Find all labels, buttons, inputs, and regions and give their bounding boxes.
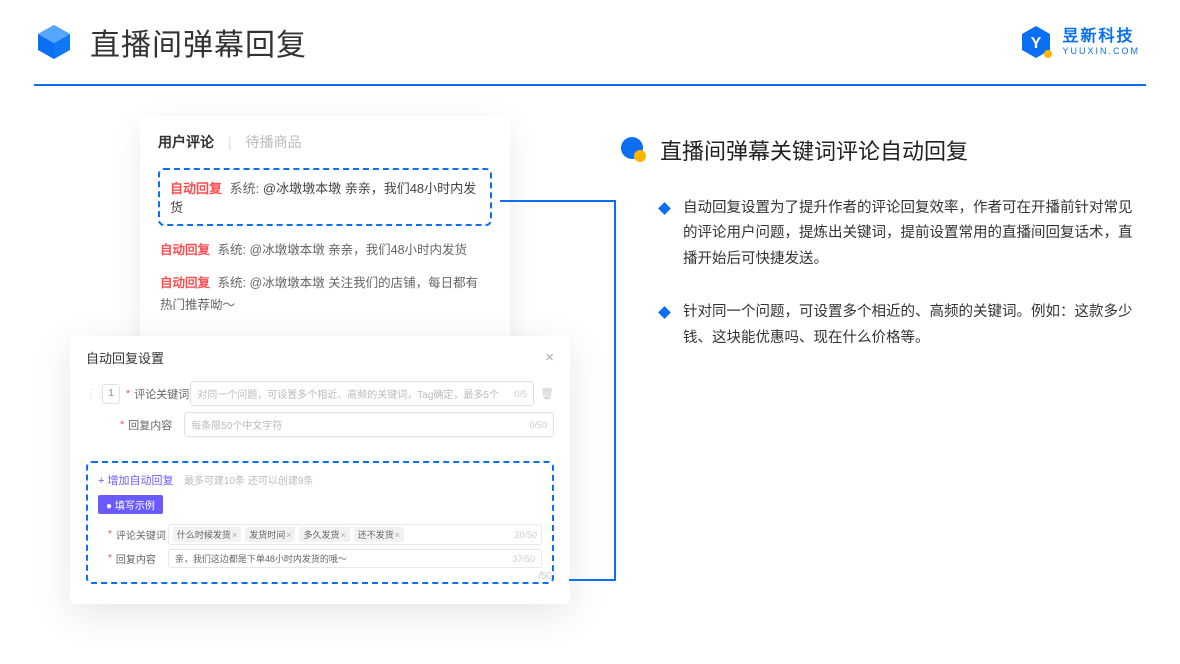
section-title: 直播间弹幕关键词评论自动回复: [660, 134, 968, 166]
system-label: 系统:: [218, 276, 246, 290]
content-label: 回复内容: [128, 417, 184, 433]
svg-text:Y: Y: [1031, 35, 1042, 52]
list-item: 自动回复 系统: @冰墩墩本墩 关注我们的店铺，每日都有热门推荐呦～: [160, 273, 490, 316]
input-value: 亲，我们这边都是下单48小时内发货的哦～: [175, 552, 347, 565]
system-label: 系统:: [230, 181, 260, 196]
example-keyword-label: 评论关键词: [116, 527, 168, 542]
index-box: 1: [102, 384, 120, 404]
bullet-item: 针对同一个问题，可设置多个相近的、高频的关键词。例如：这款多少钱、这块能优惠吗、…: [660, 300, 1140, 351]
required-dot: *: [120, 419, 124, 431]
tab-pending-goods[interactable]: 待播商品: [246, 132, 302, 152]
placeholder: 每条限50个中文字符: [191, 417, 282, 432]
chip[interactable]: 发货时间×: [245, 527, 295, 542]
placeholder: 对同一个问题，可设置多个相近、高频的关键词，Tag确定，最多5个: [197, 386, 499, 401]
required-dot: *: [126, 388, 130, 400]
modal-title: 自动回复设置: [86, 348, 164, 367]
keyword-label: 评论关键词: [134, 386, 190, 402]
connector-line: [569, 579, 616, 581]
keyword-input[interactable]: 对同一个问题，可设置多个相近、高频的关键词，Tag确定，最多5个 0/5: [190, 381, 534, 406]
connector-line: [500, 200, 616, 202]
add-autoreply-link[interactable]: + 增加自动回复: [98, 475, 173, 487]
comments-card: 用户评论 | 待播商品 自动回复 系统: @冰墩墩本墩 亲亲，我们48小时内发货…: [140, 116, 510, 354]
list-item: 自动回复 系统: @冰墩墩本墩 亲亲，我们48小时内发货: [160, 240, 490, 261]
example-box: + 增加自动回复 最多可建10条 还可以创建9条 ● 填写示例 * 评论关键词 …: [86, 461, 554, 584]
system-label: 系统:: [218, 243, 246, 257]
diamond-icon: [658, 202, 671, 215]
bullet-text: 自动回复设置为了提升作者的评论回复效率，作者可在开播前针对常见的评论用户问题，提…: [683, 196, 1140, 272]
brand-logo-icon: Y: [1018, 24, 1054, 60]
drag-handle-icon[interactable]: ⋮⋮: [86, 388, 96, 399]
example-content-input[interactable]: 亲，我们这边都是下单48小时内发货的哦～ 37/50: [168, 549, 542, 568]
content-input[interactable]: 每条限50个中文字符 0/50: [184, 412, 554, 437]
side-count: /50: [538, 571, 552, 582]
chip[interactable]: 什么时候发货×: [173, 527, 241, 542]
brand-domain: YUUXIN.COM: [1062, 47, 1140, 56]
example-pill: ● 填写示例: [98, 495, 163, 514]
diamond-icon: [658, 306, 671, 319]
add-hint: 最多可建10条 还可以创建9条: [184, 476, 313, 487]
chat-bubble-icon: [620, 136, 648, 164]
connector-line: [614, 201, 616, 581]
autoreply-tag: 自动回复: [170, 181, 222, 196]
page-title: 直播间弹幕回复: [90, 20, 307, 64]
autoreply-tag: 自动回复: [160, 276, 210, 290]
highlighted-comment: 自动回复 系统: @冰墩墩本墩 亲亲，我们48小时内发货: [158, 168, 492, 226]
brand-logo-block: Y 昱新科技 YUUXIN.COM: [1018, 24, 1140, 60]
comment-text: @冰墩墩本墩 亲亲，我们48小时内发货: [249, 243, 467, 257]
delete-icon[interactable]: 🗑: [540, 387, 554, 400]
char-count: 20/50: [514, 530, 537, 540]
char-count: 37/50: [512, 554, 535, 564]
example-keyword-input[interactable]: 什么时候发货× 发货时间× 多久发货× 还不发货× 20/50: [168, 524, 542, 545]
close-icon[interactable]: ×: [545, 349, 554, 366]
bullet-item: 自动回复设置为了提升作者的评论回复效率，作者可在开播前针对常见的评论用户问题，提…: [660, 196, 1140, 272]
chip[interactable]: 还不发货×: [354, 527, 404, 542]
tab-separator: |: [228, 134, 232, 150]
cube-icon: [34, 22, 74, 62]
autoreply-tag: 自动回复: [160, 243, 210, 257]
bullet-text: 针对同一个问题，可设置多个相近的、高频的关键词。例如：这款多少钱、这块能优惠吗、…: [683, 300, 1140, 351]
example-content-label: 回复内容: [116, 551, 168, 566]
char-count: 0/5: [515, 389, 528, 399]
chip[interactable]: 多久发货×: [299, 527, 349, 542]
required-dot: *: [108, 529, 112, 540]
autoreply-settings-modal: 自动回复设置 × ⋮⋮ 1 * 评论关键词 对同一个问题，可设置多个相近、高频的…: [70, 336, 570, 604]
tab-user-comments[interactable]: 用户评论: [158, 132, 214, 152]
char-count: 0/50: [529, 420, 547, 430]
required-dot: *: [108, 553, 112, 564]
brand-name: 昱新科技: [1062, 29, 1140, 45]
